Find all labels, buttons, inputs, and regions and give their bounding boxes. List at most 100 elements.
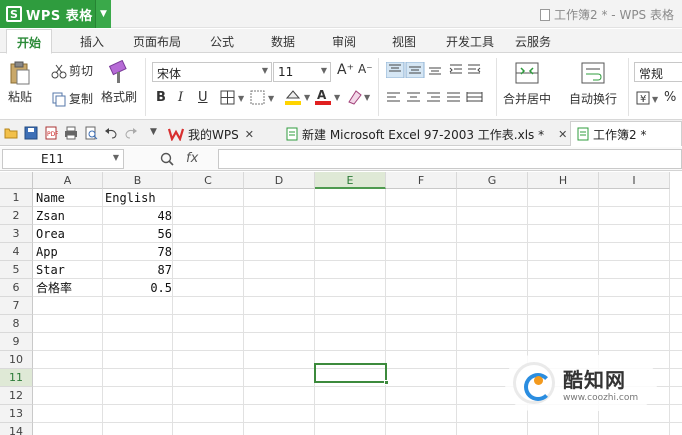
- row-header-14[interactable]: 14: [0, 423, 33, 435]
- row-header-10[interactable]: 10: [0, 351, 33, 369]
- tab-data[interactable]: 数据: [271, 33, 295, 50]
- window-title: 工作簿2 * - WPS 表格: [540, 6, 674, 23]
- row-header-11[interactable]: 11: [0, 369, 33, 387]
- print-preview-icon[interactable]: [84, 126, 98, 140]
- cell-a6[interactable]: 合格率: [36, 279, 72, 296]
- document-tab-bar: PDF ▼ 我的WPS ✕ 新建 Microsoft Excel 97-2003…: [0, 120, 682, 146]
- select-all-corner[interactable]: [0, 172, 33, 189]
- column-header-b[interactable]: B: [103, 172, 173, 189]
- save-icon[interactable]: [24, 126, 38, 140]
- cell-a4[interactable]: App: [36, 245, 58, 259]
- cell-style-icon[interactable]: ▼: [250, 90, 278, 106]
- cell-b1[interactable]: English: [105, 191, 156, 205]
- font-name-select[interactable]: 宋体 ▼: [152, 62, 272, 82]
- column-header-g[interactable]: G: [457, 172, 528, 189]
- export-pdf-icon[interactable]: PDF: [44, 126, 58, 140]
- print-icon[interactable]: [64, 126, 78, 140]
- column-header-i[interactable]: I: [599, 172, 670, 189]
- column-header-a[interactable]: A: [33, 172, 103, 189]
- column-header-e[interactable]: E: [315, 172, 386, 189]
- fill-color-icon[interactable]: ▼: [284, 88, 314, 106]
- chevron-down-icon[interactable]: ▼: [95, 0, 111, 28]
- doc-tab-workbook2[interactable]: 工作簿2 *: [570, 121, 682, 146]
- row-header-12[interactable]: 12: [0, 387, 33, 405]
- column-header-h[interactable]: H: [528, 172, 599, 189]
- tab-page-layout[interactable]: 页面布局: [133, 33, 181, 50]
- column-header-c[interactable]: C: [173, 172, 244, 189]
- divider: [628, 58, 629, 116]
- insert-function-button[interactable]: fx: [186, 151, 198, 166]
- zoom-search-icon[interactable]: [160, 152, 174, 166]
- cell-b5[interactable]: 87: [105, 263, 172, 277]
- cell-a2[interactable]: Zsan: [36, 209, 65, 223]
- row-header-8[interactable]: 8: [0, 315, 33, 333]
- fill-handle[interactable]: [384, 380, 389, 385]
- cell-b3[interactable]: 56: [105, 227, 172, 241]
- gridline-horizontal: [33, 350, 682, 351]
- tab-insert[interactable]: 插入: [80, 33, 104, 50]
- cell-a3[interactable]: Orea: [36, 227, 65, 241]
- doc-tab-my-wps[interactable]: 我的WPS ✕: [168, 124, 254, 144]
- underline-button[interactable]: U: [198, 90, 208, 105]
- percent-button[interactable]: %: [664, 90, 676, 105]
- window-title-text: 工作簿2 * - WPS 表格: [554, 8, 674, 22]
- redo-icon[interactable]: [124, 126, 138, 140]
- coozhi-logo-icon: [513, 362, 555, 404]
- doc-tab-excel-xls[interactable]: 新建 Microsoft Excel 97-2003 工作表.xls * ✕: [286, 124, 567, 144]
- column-header-d[interactable]: D: [244, 172, 315, 189]
- copy-button[interactable]: 复制: [51, 90, 93, 107]
- cell-b6[interactable]: 0.5: [105, 281, 172, 295]
- row-header-7[interactable]: 7: [0, 297, 33, 315]
- row-header-1[interactable]: 1: [0, 189, 33, 207]
- row-header-9[interactable]: 9: [0, 333, 33, 351]
- tab-review[interactable]: 审阅: [332, 33, 356, 50]
- bold-button[interactable]: B: [156, 90, 166, 105]
- name-box-value: E11: [41, 152, 64, 166]
- format-painter-button[interactable]: 格式刷: [101, 60, 137, 105]
- name-box[interactable]: E11 ▼: [2, 149, 124, 169]
- borders-icon[interactable]: ▼: [220, 90, 248, 106]
- number-format-select[interactable]: 常规: [634, 62, 682, 82]
- open-folder-icon[interactable]: [4, 126, 18, 140]
- tab-formulas[interactable]: 公式: [210, 33, 234, 50]
- active-cell-selection[interactable]: [314, 363, 389, 385]
- quick-access-dropdown-icon[interactable]: ▼: [150, 127, 157, 137]
- tab-cloud-service[interactable]: 云服务: [515, 33, 551, 50]
- cell-a1[interactable]: Name: [36, 191, 65, 205]
- doc-tab-label: 我的WPS: [188, 127, 239, 142]
- undo-icon[interactable]: [104, 126, 118, 140]
- font-size-select[interactable]: 11 ▼: [273, 62, 331, 82]
- cell-a5[interactable]: Star: [36, 263, 65, 277]
- merge-center-button[interactable]: 合并居中: [503, 60, 551, 107]
- row-header-6[interactable]: 6: [0, 279, 33, 297]
- gridline-vertical: [102, 189, 103, 435]
- row-header-4[interactable]: 4: [0, 243, 33, 261]
- close-icon[interactable]: ✕: [245, 128, 254, 141]
- wps-app-menu-button[interactable]: S WPS 表格 ▼: [0, 0, 111, 28]
- row-header-3[interactable]: 3: [0, 225, 33, 243]
- tab-developer[interactable]: 开发工具: [446, 33, 494, 50]
- formula-input[interactable]: [218, 149, 682, 169]
- watermark: 酷知网 www.coozhi.com: [505, 355, 657, 411]
- wrap-text-button[interactable]: 自动换行: [569, 60, 617, 107]
- increase-font-size-button[interactable]: A⁺: [337, 62, 354, 78]
- vertical-align-icons[interactable]: [386, 62, 482, 78]
- column-header-f[interactable]: F: [386, 172, 457, 189]
- row-header-13[interactable]: 13: [0, 405, 33, 423]
- tab-home[interactable]: 开始: [6, 29, 53, 54]
- row-header-5[interactable]: 5: [0, 261, 33, 279]
- clear-format-icon[interactable]: ▼: [346, 88, 374, 106]
- watermark-brand: 酷知网: [563, 367, 626, 392]
- cut-button[interactable]: 剪切: [51, 62, 93, 79]
- horizontal-align-icons[interactable]: [386, 90, 486, 106]
- close-icon[interactable]: ✕: [558, 128, 567, 141]
- cell-b2[interactable]: 48: [105, 209, 172, 223]
- cell-b4[interactable]: 78: [105, 245, 172, 259]
- paste-button[interactable]: 粘贴: [8, 60, 32, 105]
- currency-format-icon[interactable]: ¥ ▼: [636, 90, 662, 106]
- font-color-icon[interactable]: A ▼: [314, 88, 344, 106]
- tab-view[interactable]: 视图: [392, 33, 416, 50]
- row-header-2[interactable]: 2: [0, 207, 33, 225]
- decrease-font-size-button[interactable]: A⁻: [358, 62, 373, 76]
- italic-button[interactable]: I: [178, 90, 183, 105]
